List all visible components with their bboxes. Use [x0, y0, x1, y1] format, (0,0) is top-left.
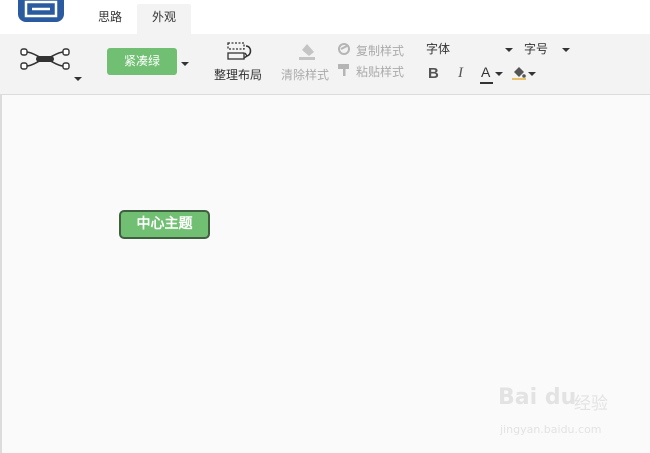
clear-style-label[interactable]: 清除样式	[281, 66, 329, 83]
watermark-cn: 经验	[574, 394, 608, 414]
tab-ideas[interactable]: 思路	[90, 4, 130, 34]
paste-style-label[interactable]: 粘贴样式	[356, 63, 404, 80]
copy-style-icon[interactable]	[337, 42, 351, 59]
theme-button[interactable]: 紧凑绿	[107, 48, 177, 75]
bold-button[interactable]: B	[428, 65, 439, 82]
paste-style-icon[interactable]	[337, 63, 351, 80]
theme-dropdown-arrow-icon[interactable]	[181, 62, 189, 66]
app-logo-icon[interactable]	[18, 0, 64, 22]
copy-style-label[interactable]: 复制样式	[356, 42, 404, 59]
ribbon-toolbar: 紧凑绿 整理布局 清除样式 复制样式 粘贴样式 字体 字号 B I A	[0, 34, 650, 95]
arrange-layout-icon[interactable]	[226, 41, 254, 63]
tab-appearance[interactable]: 外观	[137, 4, 191, 34]
watermark-brand: Bai du	[498, 385, 577, 410]
font-size-select[interactable]: 字号	[524, 40, 548, 57]
fill-color-dropdown-arrow-icon[interactable]	[528, 72, 536, 76]
font-color-button[interactable]: A	[481, 64, 490, 80]
structure-dropdown-arrow-icon[interactable]	[74, 77, 82, 81]
paint-bucket-icon[interactable]	[511, 64, 527, 83]
watermark-url: jingyan.baidu.com	[500, 423, 602, 436]
central-topic[interactable]: 中心主题	[119, 210, 210, 239]
font-color-bar	[480, 82, 493, 84]
font-color-dropdown-arrow-icon[interactable]	[495, 72, 503, 76]
structure-icon[interactable]	[20, 42, 70, 74]
font-family-select[interactable]: 字体	[426, 40, 450, 57]
font-family-dropdown-arrow-icon[interactable]	[505, 48, 513, 52]
italic-button[interactable]: I	[458, 65, 463, 82]
arrange-layout-label[interactable]: 整理布局	[214, 66, 262, 83]
font-size-dropdown-arrow-icon[interactable]	[562, 48, 570, 52]
clear-style-icon[interactable]	[296, 42, 318, 65]
